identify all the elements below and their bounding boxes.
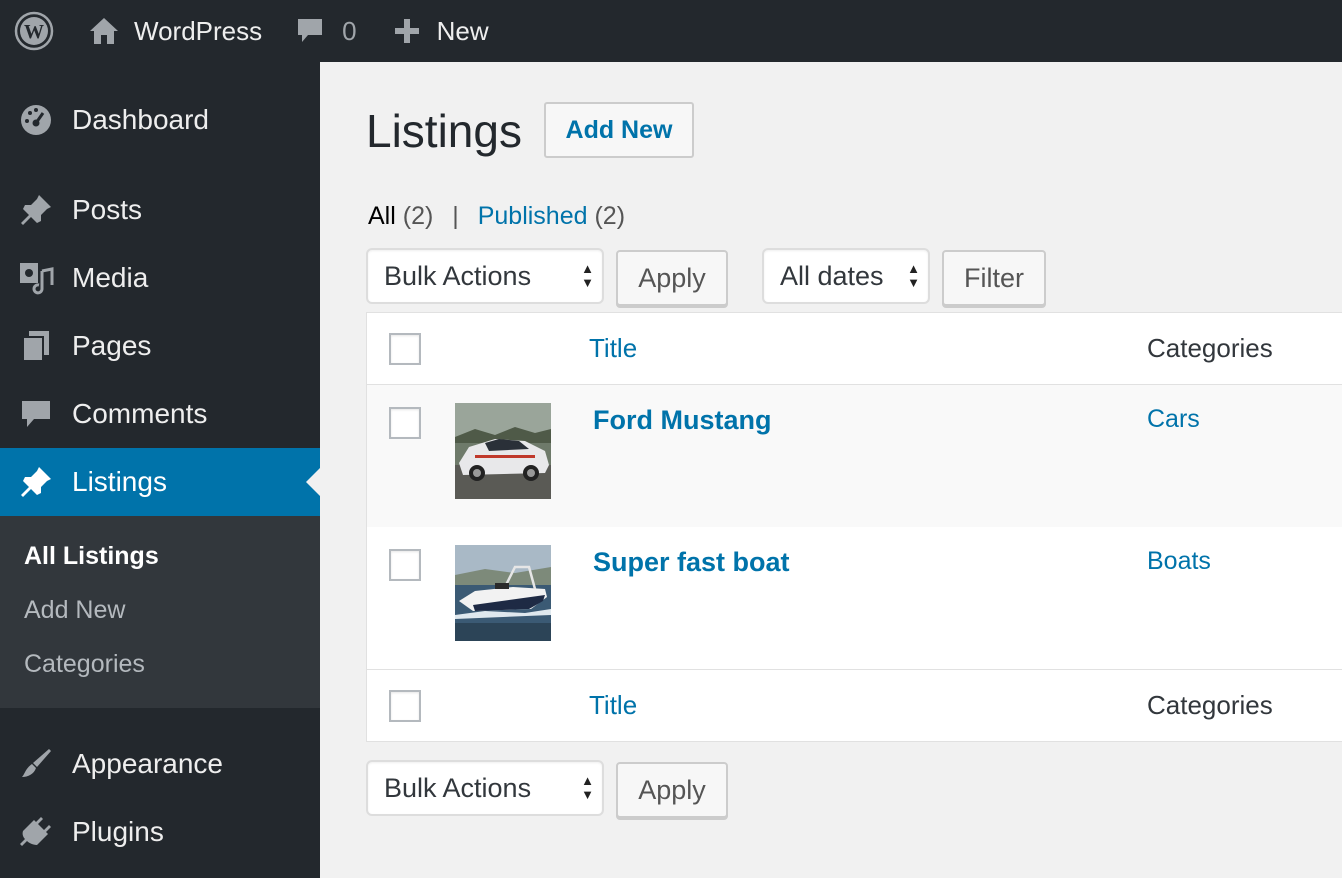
listings-table: Title Categories Ford Mustang Cars Super… bbox=[366, 312, 1342, 742]
sidebar-item-dashboard[interactable]: Dashboard bbox=[0, 86, 320, 154]
table-header: Title Categories bbox=[367, 313, 1342, 385]
pages-icon bbox=[18, 328, 54, 364]
site-name-label: WordPress bbox=[134, 15, 263, 46]
bulk-actions-select-top[interactable]: Bulk Actions ▲ ▼ bbox=[366, 248, 604, 304]
plus-icon bbox=[394, 19, 419, 43]
plug-icon bbox=[18, 814, 54, 850]
sidebar-item-comments[interactable]: Comments bbox=[0, 380, 320, 448]
page-title: Listings bbox=[366, 105, 522, 157]
view-all-link[interactable]: All bbox=[368, 202, 396, 230]
column-footer-categories: Categories bbox=[1147, 690, 1273, 720]
column-header-categories: Categories bbox=[1147, 333, 1273, 363]
paintbrush-icon bbox=[18, 746, 54, 782]
view-all-count: (2) bbox=[402, 202, 434, 230]
bulk-actions-value: Bulk Actions bbox=[384, 260, 532, 291]
sidebar-item-appearance[interactable]: Appearance bbox=[0, 730, 320, 798]
row-checkbox[interactable] bbox=[389, 407, 421, 439]
wordpress-logo-button[interactable]: W bbox=[0, 0, 68, 62]
sidebar-item-label: Posts bbox=[72, 194, 143, 225]
select-all-checkbox-bottom[interactable] bbox=[389, 690, 421, 722]
comments-count: 0 bbox=[342, 15, 357, 46]
column-footer-title[interactable]: Title bbox=[589, 690, 637, 721]
submenu-item-all-listings[interactable]: All Listings bbox=[24, 542, 159, 571]
sidebar-item-label: Pages bbox=[72, 330, 152, 361]
row-checkbox[interactable] bbox=[389, 549, 421, 581]
comment-bubble-icon bbox=[298, 19, 323, 42]
sidebar-item-label: Plugins bbox=[72, 816, 164, 847]
apply-button-top[interactable]: Apply bbox=[616, 250, 728, 306]
comment-icon bbox=[18, 396, 54, 432]
admin-bar: W WordPress 0 New bbox=[0, 0, 1342, 62]
comments-link[interactable]: 0 bbox=[296, 0, 392, 62]
sidebar-item-plugins[interactable]: Plugins bbox=[0, 798, 320, 866]
sidebar-item-label: Listings bbox=[72, 466, 167, 497]
table-row: Ford Mustang Cars bbox=[367, 385, 1342, 527]
row-title-link[interactable]: Ford Mustang bbox=[593, 405, 771, 436]
listings-submenu: All Listings Add New Categories bbox=[0, 516, 320, 708]
svg-text:W: W bbox=[24, 21, 44, 43]
filter-button[interactable]: Filter bbox=[942, 250, 1046, 306]
row-category-link[interactable]: Boats bbox=[1147, 547, 1211, 576]
listing-thumbnail[interactable] bbox=[455, 403, 551, 499]
view-published-count: (2) bbox=[594, 202, 626, 230]
select-arrows-icon: ▲ ▼ bbox=[581, 261, 594, 290]
new-content-link[interactable]: New bbox=[393, 0, 489, 62]
row-category-link[interactable]: Cars bbox=[1147, 405, 1200, 434]
sidebar-item-label: Media bbox=[72, 262, 149, 293]
dashboard-icon bbox=[18, 102, 54, 138]
listing-thumbnail[interactable] bbox=[455, 545, 551, 641]
sidebar-item-label: Comments bbox=[72, 398, 208, 429]
wordpress-logo-icon: W bbox=[14, 11, 54, 51]
bulk-actions-select-bottom[interactable]: Bulk Actions ▲ ▼ bbox=[366, 760, 604, 816]
sidebar-item-pages[interactable]: Pages bbox=[0, 312, 320, 380]
pin-icon bbox=[18, 192, 54, 228]
sidebar-item-label: Appearance bbox=[72, 748, 224, 779]
sidebar-item-listings[interactable]: Listings bbox=[0, 448, 320, 516]
apply-button-bottom[interactable]: Apply bbox=[616, 762, 728, 818]
sidebar-item-label: Dashboard bbox=[72, 104, 209, 135]
media-icon bbox=[18, 260, 54, 296]
submenu-item-add-new[interactable]: Add New bbox=[24, 596, 125, 625]
select-arrows-icon: ▲ ▼ bbox=[907, 261, 920, 290]
submenu-item-categories[interactable]: Categories bbox=[24, 650, 145, 679]
select-arrows-icon: ▲ ▼ bbox=[581, 773, 594, 802]
row-title-link[interactable]: Super fast boat bbox=[593, 547, 790, 578]
sidebar-item-posts[interactable]: Posts bbox=[0, 176, 320, 244]
date-filter-select[interactable]: All dates ▲ ▼ bbox=[762, 248, 930, 304]
table-footer: Title Categories bbox=[367, 669, 1342, 741]
sidebar-item-media[interactable]: Media bbox=[0, 244, 320, 312]
new-label: New bbox=[436, 15, 489, 46]
view-published-link[interactable]: Published bbox=[478, 202, 588, 230]
table-row: Super fast boat Boats bbox=[367, 527, 1342, 669]
bulk-actions-value: Bulk Actions bbox=[384, 772, 532, 803]
admin-sidebar: Dashboard Posts Media Pages Comments Lis… bbox=[0, 62, 320, 878]
site-name-link[interactable]: WordPress bbox=[68, 0, 296, 62]
date-filter-value: All dates bbox=[780, 260, 884, 291]
status-views: All (2) | Published (2) bbox=[368, 202, 625, 231]
view-separator: | bbox=[452, 202, 459, 230]
select-all-checkbox[interactable] bbox=[389, 333, 421, 365]
add-new-button[interactable]: Add New bbox=[544, 102, 694, 158]
home-icon bbox=[90, 18, 118, 44]
pin-icon bbox=[18, 464, 54, 500]
column-header-title[interactable]: Title bbox=[589, 333, 637, 364]
